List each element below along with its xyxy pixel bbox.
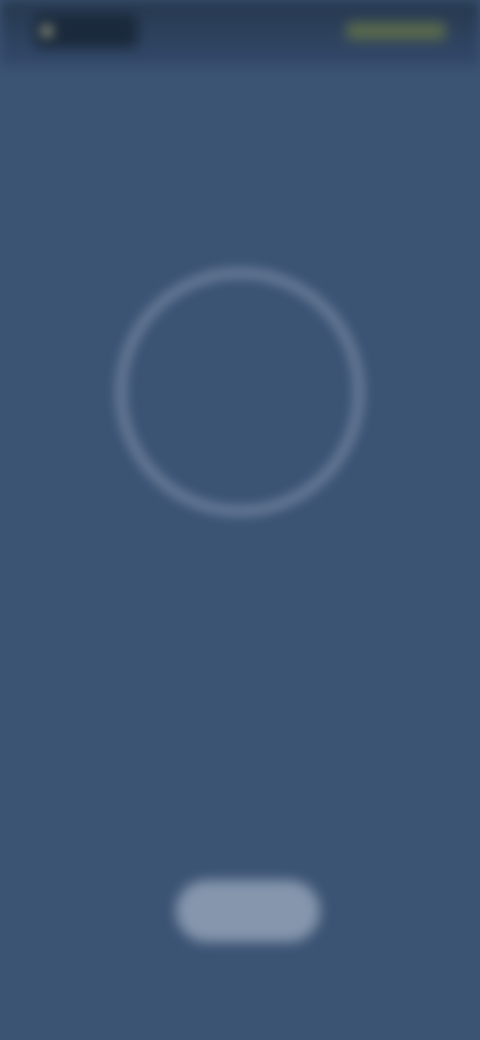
status-indicators (346, 22, 446, 40)
blurred-screen (0, 0, 480, 1040)
status-bar (0, 0, 480, 66)
status-message (40, 584, 440, 624)
status-dot-icon (42, 26, 52, 36)
status-time-pill (34, 14, 138, 48)
primary-action-button[interactable] (176, 880, 320, 942)
progress-ring (118, 270, 362, 514)
